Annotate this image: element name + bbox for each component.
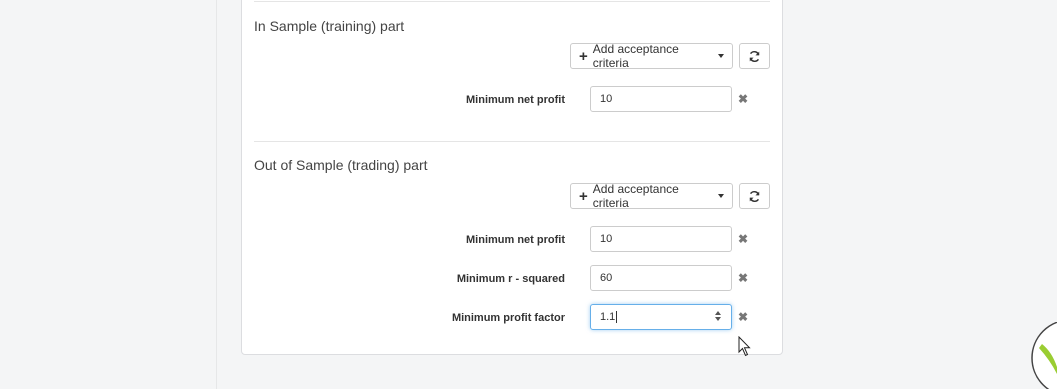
out-sample-add-criteria-button[interactable]: + Add acceptance criteria [570,182,733,210]
refresh-icon [749,50,760,62]
add-criteria-label: Add acceptance criteria [592,182,679,210]
criterion-label: Minimum net profit [466,234,565,246]
add-criteria-label: Add acceptance criteria [592,42,679,70]
field-value: 10 [600,93,613,105]
plus-icon: + [579,47,588,65]
out-sample-min-r-squared-input[interactable]: 60 [590,265,732,291]
out-sample-min-profit-factor-input[interactable]: 1.1 [590,304,732,330]
caret-down-icon [718,54,724,58]
in-sample-refresh-button[interactable] [739,43,770,69]
remove-x-icon[interactable]: ✖ [738,304,748,330]
logo-icon [1031,322,1057,389]
refresh-icon [749,190,760,202]
remove-x-icon[interactable]: ✖ [738,265,748,291]
remove-x-icon[interactable]: ✖ [738,86,748,112]
out-sample-refresh-button[interactable] [739,183,770,209]
acceptance-criteria-panel: In Sample (training) part + Add acceptan… [241,0,783,355]
in-sample-heading: In Sample (training) part [254,18,405,34]
sidebar-divider [216,0,217,389]
in-sample-add-criteria-button[interactable]: + Add acceptance criteria [570,42,733,70]
out-sample-heading: Out of Sample (trading) part [254,157,428,173]
caret-down-icon [718,194,724,198]
in-sample-min-net-profit-input[interactable]: 10 [590,86,732,112]
mouse-pointer-icon [738,336,751,357]
field-value: 1.1 [600,311,616,323]
remove-x-icon[interactable]: ✖ [738,226,748,252]
criterion-label: Minimum net profit [466,94,565,106]
top-divider [254,1,770,2]
plus-icon: + [579,187,588,205]
criterion-label: Minimum profit factor [451,312,565,324]
field-value: 10 [600,233,613,245]
text-cursor [616,311,618,323]
section-divider [254,141,770,142]
criterion-label: Minimum r - squared [456,273,565,285]
field-value: 60 [600,272,613,284]
spinner-arrows-icon[interactable] [715,311,721,321]
out-sample-min-net-profit-input[interactable]: 10 [590,226,732,252]
